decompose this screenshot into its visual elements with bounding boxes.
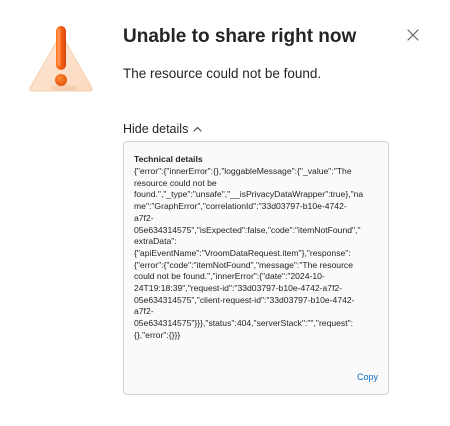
technical-details-panel: Technical details {"error":{"innerError"… <box>123 141 389 395</box>
details-toggle-label: Hide details <box>123 122 189 136</box>
error-message: The resource could not be found. <box>123 66 322 81</box>
chevron-up-icon <box>193 126 202 132</box>
close-button[interactable] <box>402 26 424 48</box>
dialog-title: Unable to share right now <box>123 26 357 47</box>
technical-details-heading: Technical details <box>134 154 203 164</box>
share-error-dialog: Unable to share right now The resource c… <box>0 0 450 426</box>
close-icon <box>407 28 419 46</box>
warning-triangle-icon <box>26 24 96 96</box>
hide-details-toggle[interactable]: Hide details <box>123 120 202 138</box>
copy-button[interactable]: Copy <box>357 372 378 382</box>
technical-details-text: {"error":{"innerError":{},"loggableMessa… <box>134 166 364 340</box>
